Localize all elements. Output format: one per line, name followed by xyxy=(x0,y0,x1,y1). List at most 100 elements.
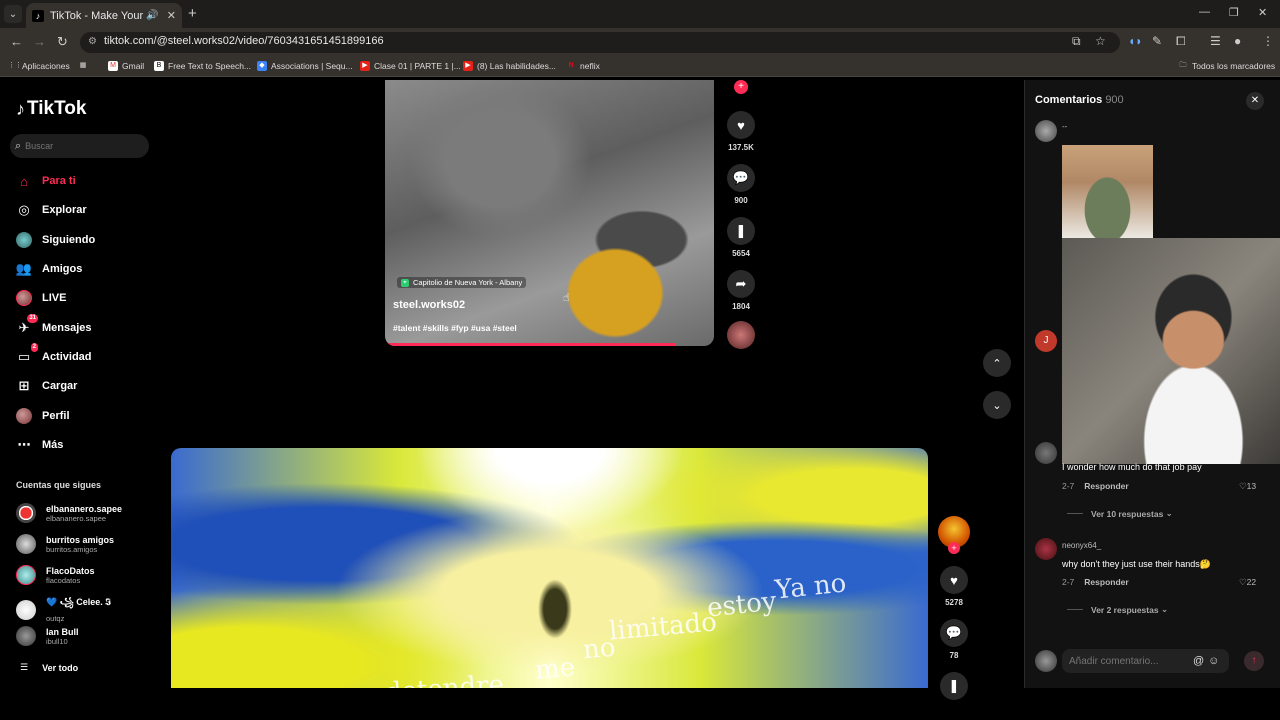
comments-panel: Comentarios 900 ✕ -- J I wonder how much… xyxy=(1024,80,1280,688)
home-icon: ⌂ xyxy=(20,173,28,189)
commenter-avatar[interactable] xyxy=(1035,538,1057,560)
address-bar[interactable]: ⚙ tiktok.com/@steel.works02/video/760343… xyxy=(80,32,1120,53)
creator-avatar[interactable]: + xyxy=(938,516,970,554)
reply-button[interactable]: Responder xyxy=(1084,481,1128,491)
nav-explorar[interactable]: ◎ Explorar xyxy=(16,202,86,218)
nav-live[interactable]: LIVE xyxy=(16,290,66,306)
bookmark-tts[interactable]: B Free Text to Speech... xyxy=(154,61,251,71)
close-comments-button[interactable]: ✕ xyxy=(1246,92,1264,110)
new-tab-button[interactable]: + xyxy=(188,5,197,22)
bookmark-apps[interactable]: ⋮⋮ Aplicaciones xyxy=(8,61,70,71)
next-video-button[interactable]: ⌄ xyxy=(983,391,1011,419)
list-icon: ☰ xyxy=(20,662,29,672)
bookmark-grid[interactable]: ▦ xyxy=(78,61,92,71)
reply-button[interactable]: Responder xyxy=(1084,577,1128,587)
bookmarks-bar: ⋮⋮ Aplicaciones ▦ M Gmail B Free Text to Sp… xyxy=(0,57,1280,77)
account-item[interactable]: elbananero.sapee elbananero.sapee xyxy=(16,503,122,523)
commenter-avatar[interactable]: J xyxy=(1035,330,1057,352)
nav-perfil[interactable]: Perfil xyxy=(16,408,70,424)
live-avatar-icon xyxy=(16,290,32,306)
account-avatar xyxy=(16,503,36,523)
location-tag[interactable]: ⌖ Capitolio de Nueva York - Albany xyxy=(397,277,527,288)
commenter-avatar[interactable] xyxy=(1035,120,1057,142)
comment-button[interactable]: 💬 xyxy=(940,619,968,647)
bookmark-button[interactable]: ❚ xyxy=(940,672,968,700)
profile-avatar-icon[interactable]: ● xyxy=(1234,34,1241,48)
send-comment-button[interactable]: ↑ xyxy=(1244,651,1264,671)
close-tab-icon[interactable]: ✕ xyxy=(167,9,176,22)
bookmark-star-icon[interactable]: ☆ xyxy=(1095,34,1106,48)
comment-input[interactable] xyxy=(1069,655,1189,667)
nav-cargar[interactable]: ⊞ Cargar xyxy=(16,378,78,394)
reading-list-icon[interactable]: ☰ xyxy=(1210,34,1221,48)
install-app-icon[interactable]: ⧉ xyxy=(1072,34,1081,49)
compass-icon: ◎ xyxy=(18,202,30,217)
bookmark-habilidades[interactable]: ▶ (8) Las habilidades... xyxy=(463,61,556,71)
save-count: 5654 xyxy=(732,249,750,258)
reload-button[interactable]: ↻ xyxy=(57,34,68,50)
previous-video-button[interactable]: ⌃ xyxy=(983,349,1011,377)
nav-siguiendo[interactable]: Siguiendo xyxy=(16,232,95,248)
site-info-icon[interactable]: ⚙ xyxy=(88,36,97,47)
comment-like[interactable]: ♡22 xyxy=(1239,577,1256,588)
mention-icon[interactable]: @ xyxy=(1193,655,1204,667)
comment-button[interactable]: 💬 xyxy=(727,164,755,192)
browser-menu-icon[interactable]: ⋮ xyxy=(1262,34,1274,48)
follow-plus-icon[interactable]: + xyxy=(948,542,960,554)
search-bar[interactable]: ⌕ xyxy=(10,134,149,158)
tiktok-logo[interactable]: ♪ TikTok xyxy=(16,98,86,120)
tiktok-note-icon: ♪ xyxy=(16,98,25,119)
browser-tab-active[interactable]: ♪ TikTok - Make Your Day 🔊 ✕ xyxy=(26,3,182,28)
media-icon[interactable]: ◖◗ xyxy=(1128,34,1143,48)
back-button[interactable]: ← xyxy=(10,34,23,49)
video-hashtags[interactable]: #talent #skills #fyp #usa #steel xyxy=(393,323,517,333)
comment-text: why don't they just use their hands🤔 xyxy=(1062,559,1212,569)
nav-mas[interactable]: ⋯ Más xyxy=(16,437,64,453)
tab-search-button[interactable]: ⌄ xyxy=(4,5,22,23)
commenter-name[interactable]: neonyx64_ xyxy=(1062,541,1101,550)
bookmark-clase[interactable]: ▶ Clase 01 | PARTE 1 |... xyxy=(360,61,461,71)
pen-icon[interactable]: ✎ xyxy=(1152,34,1162,48)
comment-like[interactable]: ♡13 xyxy=(1239,481,1256,492)
forward-button[interactable]: → xyxy=(33,34,46,49)
bookmark-associations[interactable]: ◆ Associations | Sequ... xyxy=(257,61,353,71)
nav-mensajes[interactable]: ✈ 31 Mensajes xyxy=(16,314,92,336)
share-button[interactable]: ➦ xyxy=(727,270,755,298)
account-item[interactable]: FlacoDatos flacodatos xyxy=(16,565,95,585)
bookmark-netflix[interactable]: Nneflix xyxy=(566,61,599,71)
following-avatar-icon xyxy=(16,232,32,248)
sound-disc-icon[interactable] xyxy=(727,321,755,349)
account-item[interactable]: burritos amigos burritos.amigos xyxy=(16,534,114,554)
view-replies-button[interactable]: Ver 10 respuestas ⌄ xyxy=(1067,508,1173,519)
close-window-button[interactable]: ✕ xyxy=(1258,6,1267,19)
search-input[interactable] xyxy=(25,141,136,151)
video-author[interactable]: steel.works02 xyxy=(393,299,465,311)
video-player-1[interactable]: ⌖ Capitolio de Nueva York - Albany steel… xyxy=(385,80,714,346)
bookmark-button[interactable]: ❚ xyxy=(727,217,755,245)
follow-plus-icon[interactable]: + xyxy=(734,80,748,94)
restore-window-button[interactable]: ❐ xyxy=(1229,6,1239,19)
nav-para-ti[interactable]: ⌂ Para ti xyxy=(16,173,76,189)
video-player-2[interactable]: Ya no estoy limitado no me detendre xyxy=(171,448,928,688)
video-progress-bar[interactable] xyxy=(385,343,675,346)
nav-actividad[interactable]: ▭ 2 Actividad xyxy=(16,343,92,365)
comment-input-box[interactable]: @ ☺ xyxy=(1062,649,1229,673)
view-replies-button[interactable]: Ver 2 respuestas ⌄ xyxy=(1067,604,1168,615)
comment-sticker-image xyxy=(1062,145,1153,238)
bookmark-all-folders[interactable]: 🗀 Todos los marcadores xyxy=(1178,61,1276,71)
emoji-icon[interactable]: ☺ xyxy=(1208,655,1219,667)
commenter-name[interactable]: -- xyxy=(1062,122,1067,131)
see-all-button[interactable]: ☰ Ver todo xyxy=(20,662,78,673)
account-item[interactable]: Ian Bull ibull10 xyxy=(16,626,79,646)
account-item[interactable]: 💙 ꧁ Celee. 𝕴outqz xyxy=(16,596,111,623)
commenter-avatar[interactable] xyxy=(1035,442,1057,464)
extensions-icon[interactable]: ⧠ xyxy=(1176,34,1186,49)
audio-playing-icon[interactable]: 🔊 xyxy=(146,10,158,21)
minimize-window-button[interactable]: — xyxy=(1199,6,1210,18)
nav-amigos[interactable]: 👥 Amigos xyxy=(16,261,82,277)
like-button[interactable]: ♥ xyxy=(727,111,755,139)
character-silhouette xyxy=(535,574,575,644)
share-count: 1804 xyxy=(732,302,750,311)
like-button[interactable]: ♥ xyxy=(940,566,968,594)
bookmark-gmail[interactable]: M Gmail xyxy=(108,61,144,71)
